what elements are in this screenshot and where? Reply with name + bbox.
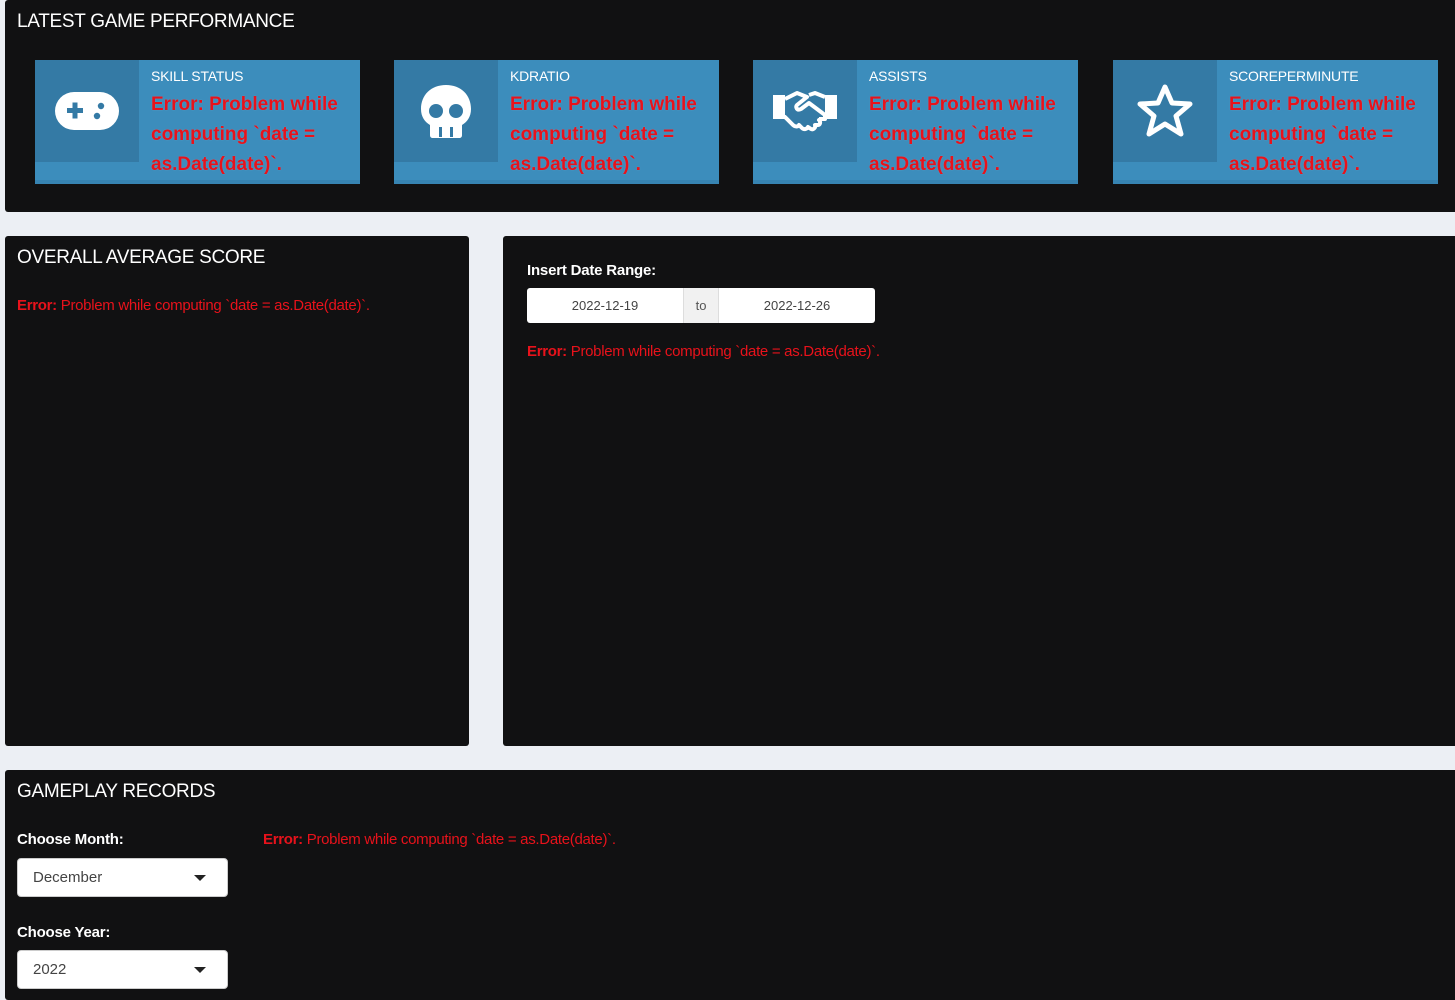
infobox-error: Error: Problem while computing `date = a… xyxy=(1229,94,1416,175)
panel-title: GAMEPLAY RECORDS xyxy=(17,781,216,802)
panel-title: LATEST GAME PERFORMANCE xyxy=(17,11,295,32)
chevron-down-icon xyxy=(194,967,206,973)
date-range-panel: Insert Date Range: 2022-12-19 to 2022-12… xyxy=(503,236,1455,746)
error-prefix: Error: xyxy=(527,343,567,360)
error-text: Problem while computing `date = as.Date(… xyxy=(302,831,616,848)
month-select-value: December xyxy=(33,869,103,886)
date-range-separator: to xyxy=(683,288,719,323)
error-prefix: Error: xyxy=(17,297,57,314)
start-date-input[interactable]: 2022-12-19 xyxy=(527,288,683,323)
infobox-scoreperminute: SCOREPERMINUTE Error: Problem while comp… xyxy=(1113,60,1438,184)
infobox-error: Error: Problem while computing `date = a… xyxy=(510,94,697,175)
end-date-input[interactable]: 2022-12-26 xyxy=(719,288,875,323)
year-label: Choose Year: xyxy=(17,924,111,941)
infobox-kdratio: KDRATIO Error: Problem while computing `… xyxy=(394,60,719,184)
star-icon xyxy=(1113,60,1217,162)
infobox-skill-status: SKILL STATUS Error: Problem while comput… xyxy=(35,60,360,184)
month-select[interactable]: December xyxy=(17,858,228,897)
error-message: Error: Problem while computing `date = a… xyxy=(263,831,616,848)
infobox-error: Error: Problem while computing `date = a… xyxy=(869,94,1056,175)
infobox-assists: ASSISTS Error: Problem while computing `… xyxy=(753,60,1078,184)
infobox-label: ASSISTS xyxy=(869,68,927,84)
error-text: Problem while computing `date = as.Date(… xyxy=(56,297,370,314)
handshake-icon xyxy=(753,60,857,162)
gamepad-icon xyxy=(35,60,139,162)
panel-title: OVERALL AVERAGE SCORE xyxy=(17,247,266,268)
error-message: Error: Problem while computing `date = a… xyxy=(527,343,880,360)
year-select-value: 2022 xyxy=(33,961,67,978)
year-select[interactable]: 2022 xyxy=(17,950,228,989)
error-text: Problem while computing `date = as.Date(… xyxy=(566,343,880,360)
overall-average-score-panel: OVERALL AVERAGE SCORE Error: Problem whi… xyxy=(5,236,469,746)
error-message: Error: Problem while computing `date = a… xyxy=(17,297,370,314)
latest-game-performance-panel: LATEST GAME PERFORMANCE SKILL STATUS Err… xyxy=(5,0,1455,212)
date-range-label: Insert Date Range: xyxy=(527,262,656,279)
month-label: Choose Month: xyxy=(17,831,124,848)
infobox-label: KDRATIO xyxy=(510,68,570,84)
infobox-label: SCOREPERMINUTE xyxy=(1229,68,1359,84)
date-range-input: 2022-12-19 to 2022-12-26 xyxy=(527,288,875,323)
infobox-label: SKILL STATUS xyxy=(151,68,244,84)
gameplay-records-panel: GAMEPLAY RECORDS Choose Month: December … xyxy=(5,770,1455,1000)
error-prefix: Error: xyxy=(263,831,303,848)
chevron-down-icon xyxy=(194,875,206,881)
infobox-error: Error: Problem while computing `date = a… xyxy=(151,94,338,175)
skull-icon xyxy=(394,60,498,162)
